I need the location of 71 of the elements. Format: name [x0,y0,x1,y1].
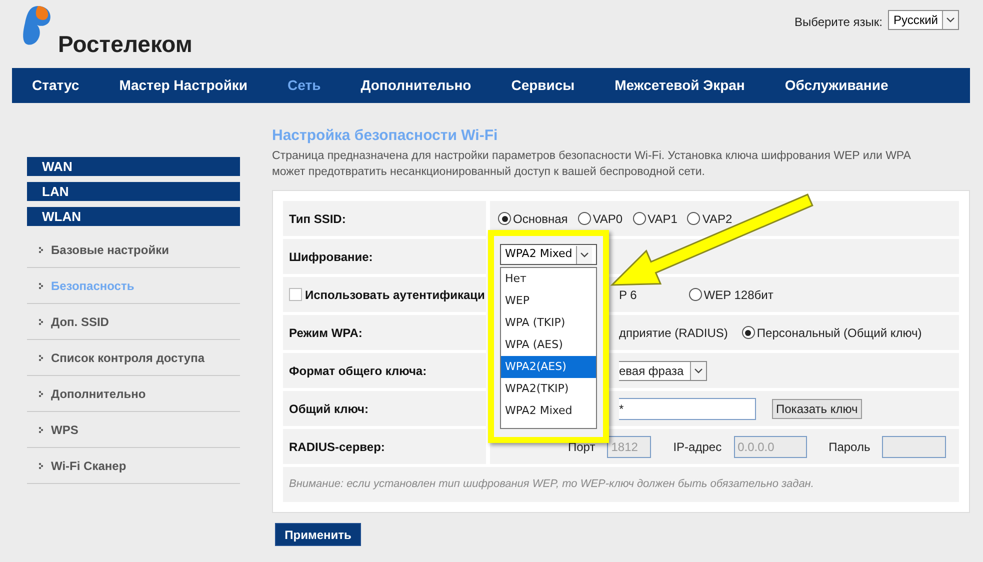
bullet-icon [39,246,43,252]
dropdown-option[interactable]: WPA2(TKIP) [501,378,596,400]
apply-button[interactable]: Применить [275,523,361,546]
bullet-icon [39,390,43,396]
sidebar-item[interactable]: Базовые настройки [51,240,169,258]
nav-tab[interactable]: Сервисы [511,75,575,96]
radio-button[interactable] [688,288,702,301]
checkbox[interactable] [289,288,302,301]
field-label: Шифрование: [289,248,373,266]
radio-button[interactable] [578,212,591,225]
nav-tab[interactable]: Межсетевой Экран [614,75,745,96]
language-label: Выберите язык: [794,14,882,31]
warning-note: Внимание: если установлен тип шифрования WEP, то WEP-ключ должен быть обязательно задан. [289,477,814,492]
option-label: дприятие (RADIUS) [619,324,728,342]
sidebar-item[interactable]: Wi-Fi Сканер [51,456,126,474]
input-field: 0.0.0.0 [734,436,807,458]
page-description: Страница предназначена для настройки параметров безопасности Wi-Fi. Установка ключа шифрования WEP или WPA может предотвратить несанкционированный доступ к вашей беспроводной сети. [272,149,912,180]
dropdown-option[interactable]: WPA (TKIP) [501,312,596,334]
dropdown-option[interactable]: WPA2(AES) [501,356,596,378]
chevron-down-icon [580,252,590,258]
radio-button[interactable] [742,326,755,339]
page-title: Настройка безопасности Wi-Fi [272,127,499,145]
sidebar-item[interactable]: Дополнительно [51,384,146,402]
password-field[interactable]: * [619,398,756,420]
nav-tab[interactable]: Мастер Настройки [119,75,248,96]
sidebar-item[interactable]: Список контроля доступа [51,348,204,366]
field-label: Тип SSID: [289,210,346,228]
language-select[interactable]: Русский [888,10,959,30]
dropdown-option[interactable]: WPA2 Mixed [501,400,596,422]
select-field[interactable]: евая фраза [619,360,707,380]
input-field: 1812 [607,436,652,458]
nav-tab[interactable]: Обслуживание [784,75,888,96]
sidebar-section[interactable]: WAN [27,157,240,176]
bullet-icon [39,282,43,288]
option-label: P 6 [619,286,637,304]
option-label: VAP0 [592,210,623,228]
field-label: Формат общего ключа: [289,362,427,380]
bullet-icon [39,318,43,324]
field-label: IP-адрес [673,438,722,456]
option-label: Основная [513,210,568,228]
sidebar-item[interactable]: WPS [51,420,78,438]
sidebar-section[interactable]: LAN [27,182,240,201]
field-label: Пароль [828,438,870,456]
chevron-down-icon [946,17,955,23]
radio-button[interactable] [687,212,700,225]
bullet-icon [39,426,43,432]
field-label: Использовать аутентификаци [305,286,485,304]
nav-tab[interactable]: Дополнительно [360,75,472,96]
field-label: Режим WPA: [289,324,362,342]
logo-text: Ростелеком [58,33,192,56]
chevron-down-icon [694,368,703,374]
encryption-select[interactable]: WPA2 Mixed [500,244,597,265]
field-label: RADIUS-сервер: [289,438,385,456]
nav-tab[interactable]: Сеть [288,75,321,96]
option-label: Персональный (Общий ключ) [756,324,922,342]
option-label: VAP2 [702,210,732,228]
nav-tab[interactable]: Статус [32,75,80,96]
dropdown-option[interactable]: WPA (AES) [501,334,596,356]
option-label: VAP1 [648,210,678,228]
sidebar-section[interactable]: WLAN [27,207,240,226]
radio-button[interactable] [498,212,511,225]
dropdown-option[interactable]: Нет [501,268,596,290]
sidebar-item[interactable]: Доп. SSID [51,312,109,330]
bullet-icon [39,462,43,468]
field-label: Общий ключ: [289,400,368,418]
option-label: WEP 128бит [704,286,774,304]
bullet-icon [39,354,43,360]
dropdown-option[interactable]: WEP [501,290,596,312]
field-label: Порт [568,438,596,456]
show-key-button[interactable]: Показать ключ [772,398,862,418]
radio-button[interactable] [632,212,646,225]
